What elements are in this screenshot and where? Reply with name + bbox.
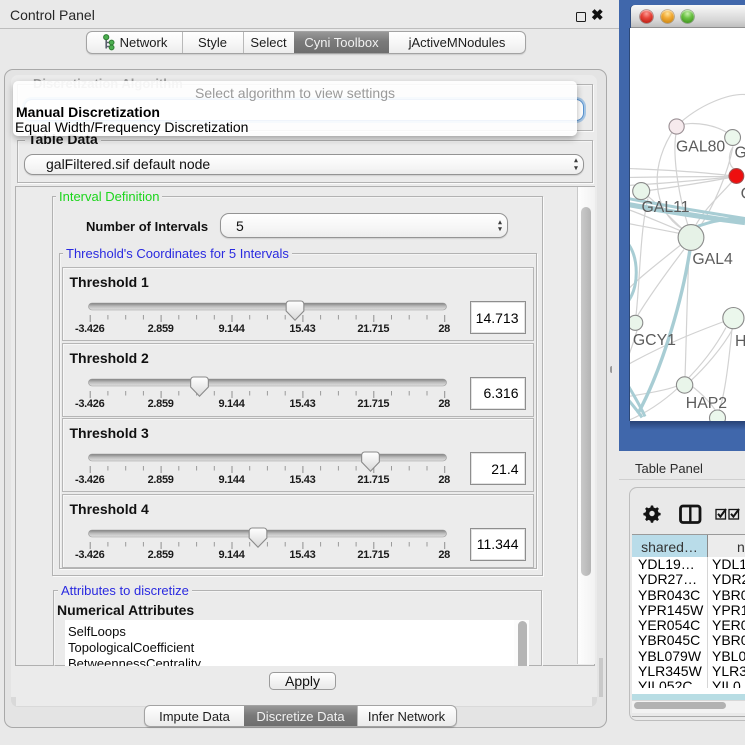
svg-text:GA: GA [735, 144, 745, 161]
svg-text:GAL80: GAL80 [676, 138, 725, 155]
svg-text:H: H [735, 333, 745, 350]
svg-text:HAP2: HAP2 [686, 395, 727, 412]
svg-text:GCY1: GCY1 [633, 332, 676, 349]
svg-text:C: C [741, 185, 745, 202]
svg-text:GAL11: GAL11 [642, 199, 690, 216]
svg-text:GAL4: GAL4 [692, 251, 733, 268]
